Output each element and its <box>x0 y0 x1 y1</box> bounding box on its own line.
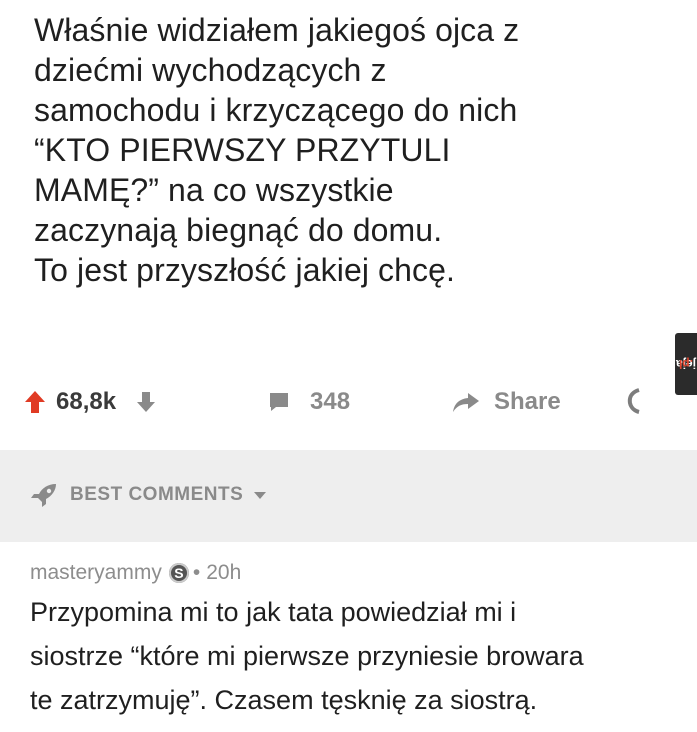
comment-text: Przypomina mi to jak tata powiedział mi … <box>30 597 584 715</box>
comment-count: 348 <box>310 388 351 415</box>
share-label: Share <box>494 388 561 415</box>
comment-time: 20h <box>206 561 242 584</box>
best-comments-bar: BEST COMMENTS <box>0 450 697 542</box>
watermark-tld: .pl <box>679 357 693 371</box>
comments-button[interactable]: 348 <box>268 388 350 416</box>
upvote-icon[interactable] <box>24 390 46 414</box>
vote-group: 68,8k <box>24 388 166 416</box>
comment-author[interactable]: masteryammy <box>30 561 162 585</box>
action-bar: 68,8k 348 Share <box>0 372 697 434</box>
award-icon[interactable] <box>626 388 642 414</box>
vote-count: 68,8k <box>56 388 117 415</box>
downvote-icon[interactable] <box>136 391 156 413</box>
chevron-down-icon <box>254 492 267 499</box>
share-button[interactable]: Share <box>452 388 561 416</box>
post-text: Właśnie widziałem jakiegoś ojca z dziećm… <box>34 12 520 288</box>
comment-icon <box>270 393 288 411</box>
comment-meta: masteryammy S • 20h <box>30 561 241 585</box>
share-arrow-icon <box>453 393 479 412</box>
meta-separator: • <box>192 561 201 584</box>
rocket-icon <box>31 484 56 507</box>
sort-dropdown[interactable]: BEST COMMENTS <box>30 482 267 508</box>
sort-label: BEST COMMENTS <box>70 484 244 505</box>
coin-badge-icon: S <box>168 563 189 583</box>
